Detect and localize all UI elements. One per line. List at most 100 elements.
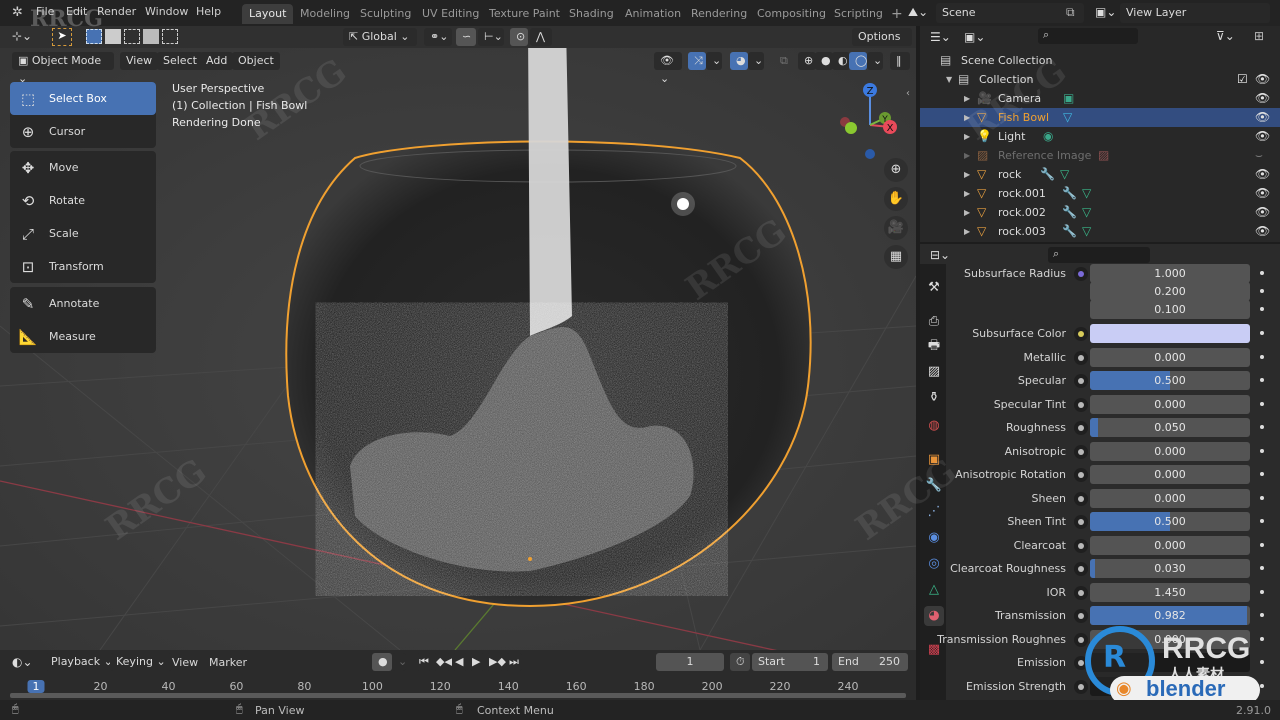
tool-rotate[interactable]: ⟲ Rotate [10,184,156,217]
tool-measure[interactable]: 📐 Measure [10,320,156,353]
solid-shading-icon[interactable]: ● [815,52,833,70]
orientation-dropdown[interactable]: ⇱ Global ⌄ [343,28,417,46]
display-mode-icon[interactable]: ☰⌄ [930,30,951,44]
tool-cursor[interactable]: ⊕ Cursor [10,115,156,148]
play-reverse-icon[interactable]: ◀ [452,653,468,671]
constraints-properties-tab-icon[interactable]: ◎ [924,554,944,574]
expand-arrow-icon[interactable]: ▼ [946,70,952,89]
select-mode-subtract-icon[interactable] [124,29,140,44]
pause-render-icon[interactable]: ‖ [890,52,910,70]
proportional-edit-icon[interactable]: ⊙ [510,28,528,46]
socket-link-icon[interactable] [1074,492,1088,506]
socket-link-icon[interactable] [1074,267,1088,281]
timeline-editor-type-icon[interactable]: ◐⌄ [12,655,33,669]
auto-keying-icon[interactable]: ● [372,653,392,671]
expand-arrow-icon[interactable]: ▶ [964,127,970,146]
property-field[interactable]: 0.982 [1090,606,1250,625]
visibility-eye-icon[interactable]: 👁 [1255,165,1270,184]
filter-view-icon[interactable]: ▣⌄ [964,30,985,44]
start-frame-field[interactable]: Start 1 [752,653,828,671]
menu-edit[interactable]: Edit [66,5,87,18]
visibility-eye-icon[interactable]: 👁 [1255,70,1270,89]
outliner-search-input[interactable]: ⌕ [1038,28,1138,44]
modifier-properties-tab-icon[interactable]: 🔧 [924,476,944,496]
property-field[interactable]: 0.200 [1090,282,1250,301]
keyframe-dot-icon[interactable] [1260,684,1264,688]
outliner-item-reference-image[interactable]: ▶ ▨ Reference Image ▨ ⌣ [920,146,1280,165]
playback-dropdown[interactable]: Playback ⌄ [45,653,119,671]
visibility-eye-icon[interactable]: 👁 [1255,184,1270,203]
properties-search-input[interactable]: ⌕ [1048,247,1150,263]
expand-arrow-icon[interactable]: ▶ [964,108,970,127]
physics-properties-tab-icon[interactable]: ◉ [924,528,944,548]
menu-help[interactable]: Help [196,5,221,18]
expand-arrow-icon[interactable]: ▶ [964,146,970,165]
keyframe-dot-icon[interactable] [1260,331,1264,335]
visibility-eye-icon[interactable]: 👁 [1255,203,1270,222]
material-properties-tab-icon[interactable]: ◕ [924,606,944,626]
current-frame-field[interactable]: 1 [656,653,724,671]
property-field[interactable]: 0.030 [1090,559,1250,578]
socket-link-icon[interactable] [1074,586,1088,600]
wireframe-shading-icon[interactable]: ⊕ [798,52,816,70]
gizmo-toggle-icon[interactable]: ⤨ [688,52,706,70]
rendered-shading-icon[interactable]: ◯ [849,52,867,70]
keyframe-dot-icon[interactable] [1260,519,1264,523]
outliner-item-rock-001[interactable]: ▶ ▽ rock.001 🔧 ▽ 👁 [920,184,1280,203]
timeline-scrollbar[interactable] [10,693,906,698]
view-layer-properties-tab-icon[interactable]: ▨ [924,362,944,382]
hidden-eye-icon[interactable]: ⌣ [1255,146,1263,165]
snap-target-dropdown[interactable]: ⊢⌄ [478,28,504,46]
select-mode-invert-icon[interactable] [143,29,159,44]
property-field[interactable]: 0.000 [1090,348,1250,367]
outliner-item-light[interactable]: ▶ 💡 Light ◉ 👁 [920,127,1280,146]
keyframe-dot-icon[interactable] [1260,271,1264,275]
menu-render[interactable]: Render [97,5,136,18]
keying-set-dropdown[interactable]: ⌄ [392,653,407,671]
visibility-eye-icon[interactable]: 👁 [1255,89,1270,108]
properties-editor-type-icon[interactable]: ⊟⌄ [930,248,950,262]
pivot-dropdown[interactable]: ⚭⌄ [424,28,452,46]
keyframe-dot-icon[interactable] [1260,449,1264,453]
tab-scripting[interactable]: Scripting [827,4,890,24]
render-properties-tab-icon[interactable]: ⎙ [924,312,944,332]
tab-texture-paint[interactable]: Texture Paint [482,4,567,24]
menu-object[interactable]: Object [232,52,280,70]
visibility-dropdown[interactable]: 👁⌄ [654,52,682,85]
keyframe-dot-icon[interactable] [1260,496,1264,500]
prev-keyframe-icon[interactable]: ◆◀ [433,653,453,671]
editor-type-icon[interactable]: ⊹⌄ [12,29,32,43]
timeline-menu-marker[interactable]: Marker [209,656,247,669]
tab-shading[interactable]: Shading [562,4,621,24]
tab-layout[interactable]: Layout [242,4,294,24]
add-workspace-button[interactable]: + [884,4,910,24]
tab-compositing[interactable]: Compositing [750,4,833,24]
select-tool-icon[interactable]: ➤ [52,28,72,46]
data-properties-tab-icon[interactable]: △ [924,580,944,600]
color-swatch[interactable] [1090,324,1250,343]
ortho-toggle-icon[interactable]: ▦ [884,245,908,269]
menu-file[interactable]: File [36,5,54,18]
outliner-item-rock-002[interactable]: ▶ ▽ rock.002 🔧 ▽ 👁 [920,203,1280,222]
property-field[interactable]: 1.450 [1090,583,1250,602]
select-mode-new-icon[interactable] [86,29,102,44]
overlay-dropdown[interactable]: ⌄ [748,52,764,70]
outliner-scene-collection[interactable]: ▤ Scene Collection [920,51,1280,70]
keyframe-dot-icon[interactable] [1260,613,1264,617]
menu-view[interactable]: View [120,52,159,70]
select-mode-extend-icon[interactable] [105,29,121,44]
keyframe-dot-icon[interactable] [1260,660,1264,664]
tool-properties-tab-icon[interactable]: ⚒ [924,278,944,298]
next-keyframe-icon[interactable]: ▶◆ [486,653,506,671]
property-field[interactable]: 0.000 [1090,395,1250,414]
tab-sculpting[interactable]: Sculpting [353,4,418,24]
object-properties-tab-icon[interactable]: ▣ [924,450,944,470]
sidebar-toggle-icon[interactable]: ‹ [906,88,910,99]
material-shading-icon[interactable]: ◐ [832,52,850,70]
menu-add[interactable]: Add [200,52,234,70]
navigation-gizmo[interactable]: Z Y X [835,80,905,160]
keyframe-dot-icon[interactable] [1260,566,1264,570]
socket-link-icon[interactable] [1074,609,1088,623]
socket-link-icon[interactable] [1074,680,1088,694]
keyframe-dot-icon[interactable] [1260,378,1264,382]
